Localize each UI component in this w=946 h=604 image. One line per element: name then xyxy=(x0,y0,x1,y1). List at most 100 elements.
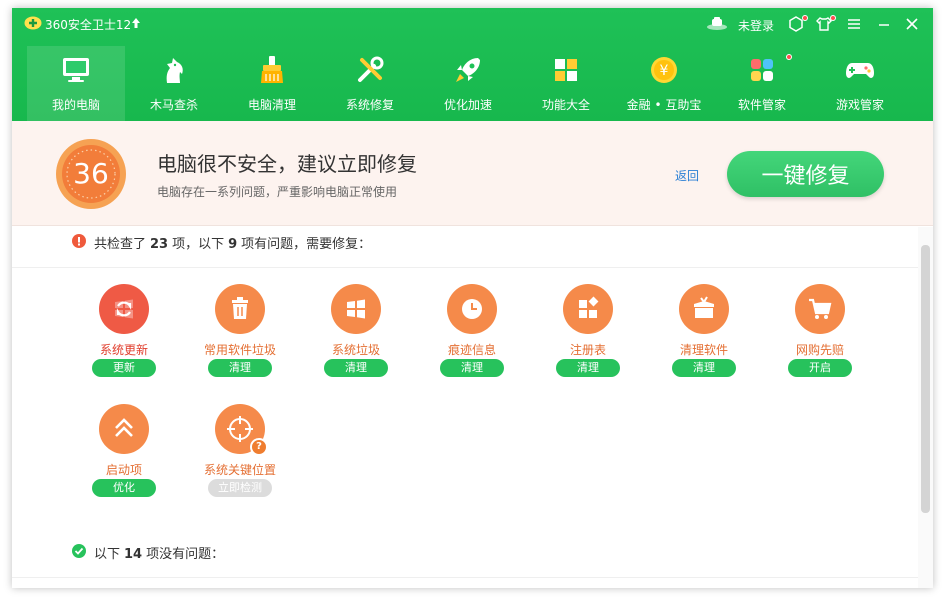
nav-label: 软件管家 xyxy=(737,98,786,112)
nav-item-software[interactable]: 软件管家 xyxy=(713,46,811,121)
issue-label: 清理软件 xyxy=(679,343,728,357)
nav-item-features[interactable]: 功能大全 xyxy=(517,46,615,121)
cart-icon xyxy=(809,298,832,319)
notification-dot xyxy=(786,54,792,60)
rocket-icon xyxy=(456,58,480,82)
back-link[interactable]: 返回 xyxy=(675,167,699,184)
issue-label: 常用软件垃圾 xyxy=(203,343,276,357)
issue-shopping-protection: 网购先赔 开启 xyxy=(762,284,878,394)
optimize-button[interactable]: 优化 xyxy=(92,479,156,497)
app-title: 360安全卫士12 xyxy=(45,18,132,32)
monitor-icon xyxy=(63,58,89,82)
header: 360安全卫士12 未登录 我的电脑 木马查杀 电脑清理 系统修复 优化加速 功… xyxy=(12,8,933,121)
app-window: 360安全卫士12 未登录 我的电脑 木马查杀 电脑清理 系统修复 优化加速 功… xyxy=(12,8,933,588)
enable-button[interactable]: 开启 xyxy=(788,359,852,377)
issue-icon-circle xyxy=(447,284,497,334)
detect-now-button[interactable]: 立即检测 xyxy=(208,479,272,497)
coin-icon: ¥ xyxy=(651,57,677,83)
nav-label: 功能大全 xyxy=(541,98,590,112)
issue-icon-circle xyxy=(99,404,149,454)
tools-icon xyxy=(358,56,384,82)
grid-icon xyxy=(555,59,577,81)
login-status[interactable]: 未登录 xyxy=(738,17,774,34)
issue-icon-circle xyxy=(331,284,381,334)
registry-icon xyxy=(579,296,599,318)
minimize-icon[interactable] xyxy=(874,14,894,34)
ok-summary-text: 以下 14 项没有问题： xyxy=(94,547,225,562)
scrollbar[interactable] xyxy=(918,227,933,588)
nav-label: 电脑清理 xyxy=(247,98,296,112)
issue-software-junk: 常用软件垃圾 清理 xyxy=(182,284,298,394)
app-logo-icon xyxy=(24,16,42,30)
box-icon xyxy=(694,296,714,318)
scrollbar-thumb[interactable] xyxy=(921,245,930,513)
nav-item-my-computer[interactable]: 我的电脑 xyxy=(27,46,125,121)
nav-label: 金融 • 互助宝 xyxy=(626,98,702,112)
issue-icon-circle xyxy=(795,284,845,334)
nav-label: 优化加速 xyxy=(443,98,492,112)
user-avatar-icon[interactable] xyxy=(706,16,728,30)
clean-button[interactable]: 清理 xyxy=(324,359,388,377)
clean-button[interactable]: 清理 xyxy=(440,359,504,377)
issue-icon-circle xyxy=(563,284,613,334)
trash-icon xyxy=(232,297,248,319)
nav-item-games[interactable]: 游戏管家 xyxy=(811,46,909,121)
question-badge-icon: ? xyxy=(250,438,268,456)
one-click-fix-button[interactable]: 一键修复 xyxy=(727,151,884,197)
close-icon[interactable] xyxy=(902,14,922,34)
nav-item-system-repair[interactable]: 系统修复 xyxy=(321,46,419,121)
title-bar: 360安全卫士12 未登录 xyxy=(12,8,933,40)
check-circle-icon xyxy=(72,544,86,558)
clean-button[interactable]: 清理 xyxy=(556,359,620,377)
summary-text: 共检查了 23 项，以下 9 项有问题，需要修复： xyxy=(94,237,372,252)
issue-traces: 痕迹信息 清理 xyxy=(414,284,530,394)
nav-label: 系统修复 xyxy=(345,98,394,112)
nav-label: 木马查杀 xyxy=(149,98,198,112)
security-score: 36 xyxy=(73,157,109,190)
issue-icon-circle xyxy=(215,284,265,334)
update-button[interactable]: 更新 xyxy=(92,359,156,377)
issue-label: 网购先赔 xyxy=(795,343,844,357)
nav-label: 游戏管家 xyxy=(835,98,884,112)
clean-button[interactable]: 清理 xyxy=(672,359,736,377)
nav-item-speedup[interactable]: 优化加速 xyxy=(419,46,517,121)
nav-label: 我的电脑 xyxy=(51,98,100,112)
issue-startup-items: 启动项 优化 xyxy=(66,404,182,514)
clean-button[interactable]: 清理 xyxy=(208,359,272,377)
clock-icon xyxy=(462,299,482,319)
chevron-up-icon xyxy=(115,418,133,437)
issue-label: 系统更新 xyxy=(99,343,148,357)
windows-icon xyxy=(347,299,365,319)
banner-title: 电脑很不安全，建议立即修复 xyxy=(157,152,417,176)
horse-icon xyxy=(166,58,183,83)
issue-label: 痕迹信息 xyxy=(447,343,496,357)
notification-dot xyxy=(802,15,808,21)
scan-results: 共检查了 23 项，以下 9 项有问题，需要修复： 系统更新 更新 常用软件垃圾… xyxy=(12,227,918,588)
nav-item-finance[interactable]: ¥ 金融 • 互助宝 xyxy=(615,46,713,121)
issue-system-update: 系统更新 更新 xyxy=(66,284,182,394)
menu-icon[interactable] xyxy=(844,14,864,34)
issue-clean-software: 清理软件 清理 xyxy=(646,284,762,394)
divider xyxy=(12,577,918,578)
broom-icon xyxy=(261,56,283,83)
upgrade-arrow-icon[interactable] xyxy=(130,16,142,30)
notification-dot xyxy=(830,15,836,21)
issue-key-locations: ? 系统关键位置 立即检测 xyxy=(182,404,298,514)
svg-text:¥: ¥ xyxy=(660,63,669,79)
gamepad-icon xyxy=(846,63,874,78)
issue-label: 注册表 xyxy=(569,343,606,357)
issue-icon-circle xyxy=(99,284,149,334)
main-nav: 我的电脑 木马查杀 电脑清理 系统修复 优化加速 功能大全 ¥ 金融 • 互助宝… xyxy=(27,46,917,121)
banner-subtitle: 电脑存在一系列问题，严重影响电脑正常使用 xyxy=(157,185,398,199)
issue-system-junk: 系统垃圾 清理 xyxy=(298,284,414,394)
apps-icon xyxy=(751,59,773,81)
divider xyxy=(12,267,918,268)
issue-icon-circle xyxy=(679,284,729,334)
issue-label: 启动项 xyxy=(105,463,142,477)
alert-banner: 36 电脑很不安全，建议立即修复 电脑存在一系列问题，严重影响电脑正常使用 返回… xyxy=(12,121,933,226)
nav-item-cleanup[interactable]: 电脑清理 xyxy=(223,46,321,121)
windows-update-icon xyxy=(115,299,133,319)
nav-item-trojan-scan[interactable]: 木马查杀 xyxy=(125,46,223,121)
warning-icon xyxy=(72,234,86,248)
issue-label: 系统关键位置 xyxy=(203,463,276,477)
